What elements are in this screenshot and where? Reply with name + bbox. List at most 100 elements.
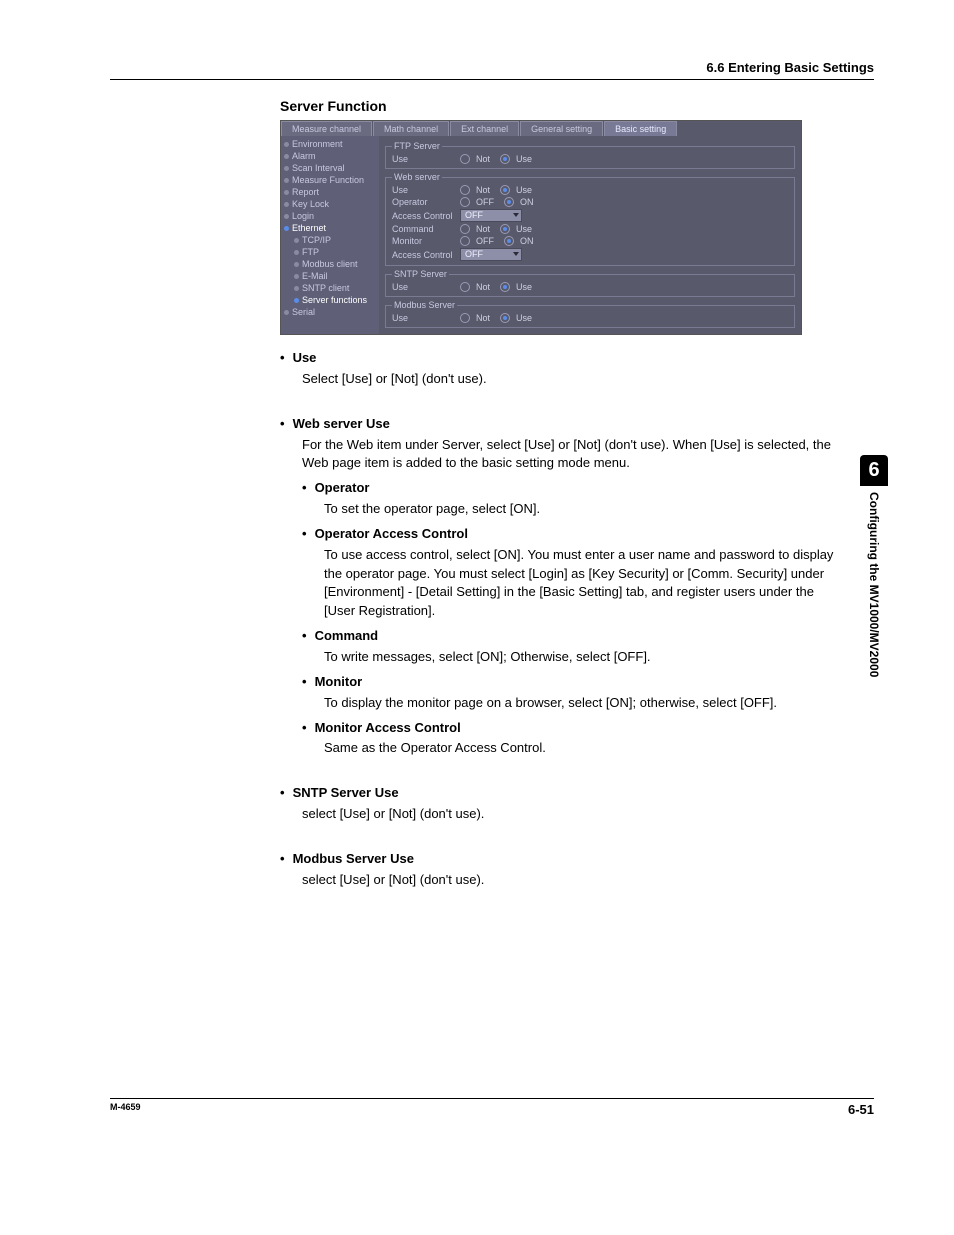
bullet-icon [284,310,289,315]
dropdown-access-control-2[interactable]: OFF [460,248,522,261]
label-operator: Operator [392,197,454,207]
label-access-control-2: Access Control [392,250,454,260]
radio-operator-off[interactable] [460,197,470,207]
bullet-icon [284,214,289,219]
radio-modbus-use[interactable] [500,313,510,323]
tab-general-setting[interactable]: General setting [520,121,603,136]
h-command: Command [315,627,379,646]
sidebar-item[interactable]: E-Mail [284,270,376,282]
radio-command-not[interactable] [460,224,470,234]
sidebar-item[interactable]: Measure Function [284,174,376,186]
legend-sntp: SNTP Server [392,269,449,279]
sidebar-item[interactable]: Modbus client [284,258,376,270]
h-web: Web server Use [293,415,390,434]
sidebar-item-label: Alarm [292,151,316,161]
h-modbus: Modbus Server Use [293,850,414,869]
radio-ftp-not[interactable] [460,154,470,164]
sidebar-item-label: Measure Function [292,175,364,185]
sidebar-item[interactable]: Report [284,186,376,198]
tab-measure-channel[interactable]: Measure channel [281,121,372,136]
sidebar-item-label: E-Mail [302,271,328,281]
sidebar-item[interactable]: Server functions [284,294,376,306]
bullet-icon [284,166,289,171]
label-command: Command [392,224,454,234]
radio-monitor-off[interactable] [460,236,470,246]
legend-web: Web server [392,172,442,182]
sidebar-item[interactable]: Key Lock [284,198,376,210]
h-monitor-access: Monitor Access Control [315,719,461,738]
chapter-number: 6 [860,455,888,486]
label-access-control-1: Access Control [392,211,454,221]
h-monitor: Monitor [315,673,363,692]
sidebar-item-label: Key Lock [292,199,329,209]
radio-operator-on[interactable] [504,197,514,207]
legend-ftp: FTP Server [392,141,442,151]
p-modbus: select [Use] or [Not] (don't use). [302,871,840,890]
bullet-icon [294,238,299,243]
radio-ftp-use[interactable] [500,154,510,164]
side-tab: 6 Configuring the MV1000/MV2000 [860,455,888,677]
bullet-icon [284,154,289,159]
chapter-title: Configuring the MV1000/MV2000 [867,492,881,677]
group-sntp-server: SNTP Server Use Not Use [385,269,795,297]
radio-sntp-use[interactable] [500,282,510,292]
sidebar-item-label: Modbus client [302,259,358,269]
sidebar: Environment Alarm Scan Interval Measure Fun… [281,136,379,334]
radio-command-use[interactable] [500,224,510,234]
doc-code: M-4659 [110,1102,141,1117]
sidebar-item[interactable]: Environment [284,138,376,150]
group-web-server: Web server Use Not Use Operator OFF ON A… [385,172,795,266]
sidebar-item-label: Environment [292,139,343,149]
bullet-icon [294,250,299,255]
p-sntp: select [Use] or [Not] (don't use). [302,805,840,824]
h-operator-access: Operator Access Control [315,525,468,544]
p-web: For the Web item under Server, select [U… [302,436,840,474]
h-operator: Operator [315,479,370,498]
bullet-icon [284,190,289,195]
sidebar-item[interactable]: Login [284,210,376,222]
radio-sntp-not[interactable] [460,282,470,292]
sidebar-item-label: Ethernet [292,223,326,233]
label-modbus-use: Use [392,313,454,323]
bullet-icon [294,298,299,303]
radio-modbus-not[interactable] [460,313,470,323]
p-operator: To set the operator page, select [ON]. [324,500,840,519]
bullet-icon [294,286,299,291]
tab-bar: Measure channel Math channel Ext channel… [281,121,801,136]
screenshot-panel: Measure channel Math channel Ext channel… [280,120,802,335]
breadcrumb: 6.6 Entering Basic Settings [110,60,874,80]
sidebar-item[interactable]: TCP/IP [284,234,376,246]
label-monitor: Monitor [392,236,454,246]
sidebar-item[interactable]: FTP [284,246,376,258]
label-sntp-use: Use [392,282,454,292]
bullet-icon [284,178,289,183]
sidebar-item[interactable]: Ethernet [284,222,376,234]
sidebar-item[interactable]: Serial [284,306,376,318]
group-modbus-server: Modbus Server Use Not Use [385,300,795,328]
tab-ext-channel[interactable]: Ext channel [450,121,519,136]
bullet-icon [294,274,299,279]
sidebar-item-label: TCP/IP [302,235,331,245]
page-footer: M-4659 6-51 [110,1098,874,1117]
sidebar-item-label: FTP [302,247,319,257]
tab-math-channel[interactable]: Math channel [373,121,449,136]
radio-web-use-use[interactable] [500,185,510,195]
radio-web-use-not[interactable] [460,185,470,195]
sidebar-item-label: SNTP client [302,283,349,293]
p-monitor-access: Same as the Operator Access Control. [324,739,840,758]
label-web-use: Use [392,185,454,195]
sidebar-item[interactable]: Scan Interval [284,162,376,174]
radio-monitor-on[interactable] [504,236,514,246]
h-use: Use [293,349,317,368]
sidebar-item[interactable]: Alarm [284,150,376,162]
bullet-icon [284,226,289,231]
p-command: To write messages, select [ON]; Otherwis… [324,648,840,667]
sidebar-item-label: Login [292,211,314,221]
bullet-icon [284,202,289,207]
body-text: •Use Select [Use] or [Not] (don't use). … [280,349,840,890]
tab-basic-setting[interactable]: Basic setting [604,121,677,136]
sidebar-item[interactable]: SNTP client [284,282,376,294]
dropdown-access-control-1[interactable]: OFF [460,209,522,222]
p-use: Select [Use] or [Not] (don't use). [302,370,840,389]
sidebar-item-label: Scan Interval [292,163,345,173]
